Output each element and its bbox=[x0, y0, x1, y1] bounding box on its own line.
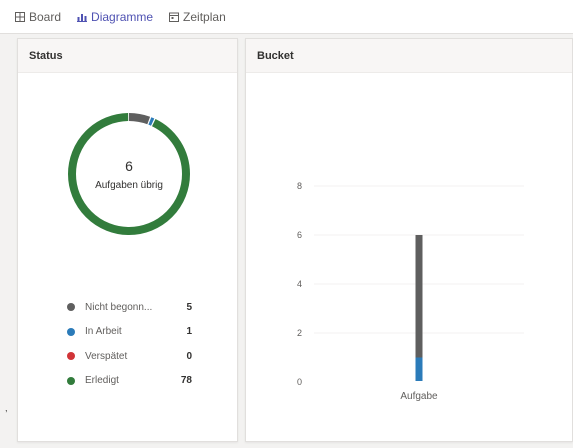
x-category-label: Aufgabe bbox=[400, 391, 438, 402]
legend-label: Erledigt bbox=[85, 375, 119, 387]
schedule-icon bbox=[169, 12, 180, 22]
y-tick-label: 4 bbox=[297, 279, 302, 289]
y-tick-label: 8 bbox=[297, 181, 302, 191]
legend-label: In Arbeit bbox=[85, 326, 122, 338]
legend-label: Verspätet bbox=[85, 350, 128, 362]
status-dot bbox=[67, 376, 75, 385]
stray-mark: , bbox=[5, 403, 8, 413]
tab-zeitplan-label: Zeitplan bbox=[183, 9, 226, 24]
bucket-card: Bucket 0 2 4 6 8 Aufgabe bbox=[245, 38, 573, 442]
tab-zeitplan[interactable]: Zeitplan bbox=[169, 10, 226, 24]
status-donut-chart: 6 Aufgaben übrig bbox=[66, 111, 192, 237]
tab-board-label: Board bbox=[29, 9, 62, 24]
bar-segment-1[interactable] bbox=[415, 235, 423, 358]
view-tabs: Board Diagramme Zeitplan bbox=[0, 0, 573, 34]
status-legend: Nicht begonn... 5 In Arbeit 1 Verspätet … bbox=[67, 295, 192, 393]
legend-item-in-progress[interactable]: In Arbeit 1 bbox=[67, 320, 192, 345]
tab-diagramme[interactable]: Diagramme bbox=[77, 10, 153, 24]
status-card: Status 6 Aufgaben übrig Nicht begonn... … bbox=[17, 38, 238, 442]
chart-icon bbox=[77, 13, 88, 22]
remaining-count: 6 bbox=[125, 157, 133, 174]
tab-diagramme-label: Diagramme bbox=[91, 9, 154, 24]
tab-board[interactable]: Board bbox=[15, 10, 61, 24]
legend-item-completed[interactable]: Erledigt 78 bbox=[67, 369, 192, 394]
legend-label: Nicht begonn... bbox=[85, 301, 153, 313]
bucket-card-title: Bucket bbox=[246, 39, 572, 73]
y-tick-label: 6 bbox=[297, 230, 302, 240]
status-card-title: Status bbox=[18, 39, 237, 73]
bucket-bar-chart: 0 2 4 6 8 Aufgabe bbox=[297, 181, 524, 402]
legend-item-late[interactable]: Verspätet 0 bbox=[67, 344, 192, 369]
legend-value: 5 bbox=[186, 301, 192, 313]
donut-center: 6 Aufgaben übrig bbox=[66, 111, 192, 237]
remaining-label: Aufgaben übrig bbox=[95, 179, 163, 191]
status-dot bbox=[67, 303, 75, 312]
legend-item-not-started[interactable]: Nicht begonn... 5 bbox=[67, 295, 192, 320]
bar-segment-0[interactable] bbox=[415, 357, 423, 382]
status-dot bbox=[67, 352, 75, 361]
legend-value: 0 bbox=[186, 350, 192, 362]
legend-value: 78 bbox=[180, 375, 192, 387]
y-tick-label: 0 bbox=[297, 377, 302, 387]
legend-value: 1 bbox=[186, 326, 192, 338]
y-tick-label: 2 bbox=[297, 328, 302, 338]
board-icon bbox=[15, 11, 25, 22]
status-dot bbox=[67, 327, 75, 336]
